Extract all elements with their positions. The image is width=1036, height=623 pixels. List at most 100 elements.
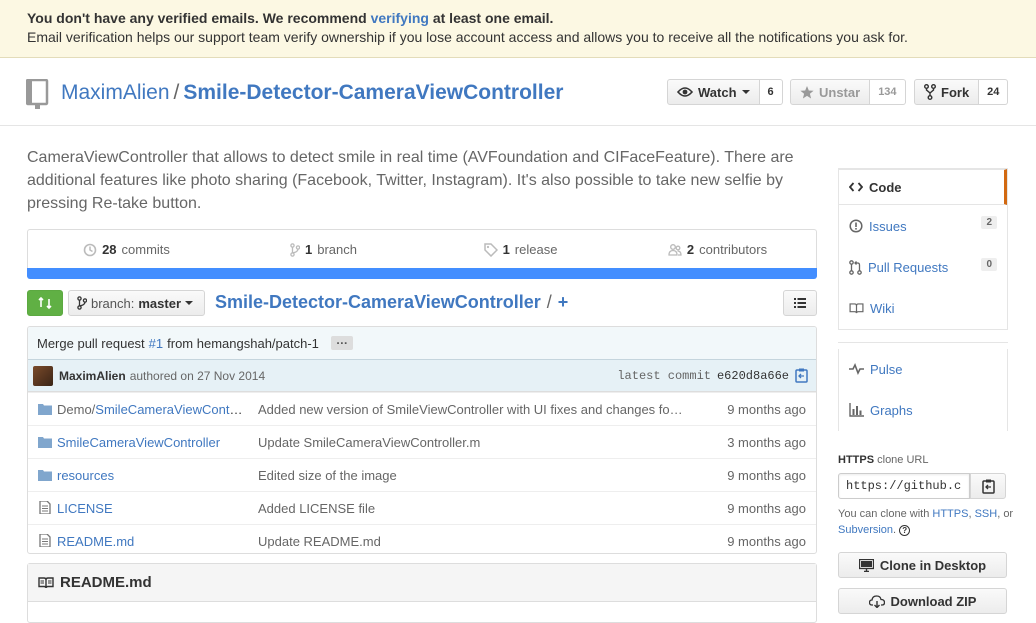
file-link[interactable]: resources: [57, 468, 114, 483]
expand-commit-button[interactable]: …: [330, 334, 353, 350]
file-row[interactable]: SmileCameraViewController Update SmileCa…: [28, 425, 816, 458]
pulse-icon: [849, 363, 864, 375]
file-link[interactable]: LICENSE: [57, 501, 113, 516]
file-commit-message[interactable]: Update README.md: [258, 534, 688, 549]
file-row[interactable]: resources Edited size of the image 9 mon…: [28, 458, 816, 491]
clone-in-desktop-button[interactable]: Clone in Desktop: [838, 552, 1007, 578]
clone-ssh-link[interactable]: SSH: [975, 508, 998, 520]
cloud-download-icon: [868, 594, 885, 608]
new-file-link[interactable]: +: [558, 292, 569, 312]
file-age: 9 months ago: [727, 500, 806, 516]
file-path-prefix: Demo/: [57, 401, 96, 417]
sidebar-item-code[interactable]: Code: [839, 169, 1007, 205]
folder-icon: [38, 437, 52, 448]
pulls-count-badge: 0: [981, 258, 997, 271]
repo-header: MaximAlien / Smile-Detector-CameraViewCont…: [0, 59, 1036, 126]
git-pull-request-icon: [849, 260, 862, 275]
file-row[interactable]: LICENSE Added LICENSE file 9 months ago: [28, 491, 816, 524]
file-age: 9 months ago: [727, 467, 806, 483]
language-bar[interactable]: [27, 268, 817, 279]
branch-icon: [77, 296, 87, 310]
compare-icon: [38, 296, 52, 310]
commit-title: Merge pull request #1 from hemangshah/pa…: [28, 327, 816, 360]
repo-title: MaximAlien / Smile-Detector-CameraViewCont…: [61, 80, 563, 106]
repo-icon: [26, 79, 49, 109]
eye-icon: [677, 87, 693, 97]
branch-select[interactable]: branch: master: [68, 290, 205, 316]
code-icon: [849, 182, 863, 192]
watch-group: Watch 6: [667, 79, 783, 105]
file-link[interactable]: SmileCameraViewController: [57, 435, 220, 450]
numbers-summary: 28 commits 1 branch 1 release 2 contributors: [27, 229, 817, 269]
breadcrumb: Smile-Detector-CameraViewController / +: [215, 292, 569, 312]
readme-box: README.md: [27, 563, 817, 623]
watch-button[interactable]: Watch: [667, 79, 760, 105]
clone-https-link[interactable]: HTTPS: [932, 508, 968, 520]
file-commit-message[interactable]: Added new version of SmileViewController…: [258, 402, 688, 417]
file-row[interactable]: README.md Update README.md 9 months ago: [28, 524, 816, 553]
email-verification-banner: You don't have any verified emails. We r…: [0, 0, 1036, 58]
readme-header: README.md: [28, 564, 816, 602]
sidebar-item-wiki[interactable]: Wiki: [839, 288, 1007, 329]
breadcrumb-repo-link[interactable]: Smile-Detector-CameraViewController: [215, 292, 541, 312]
organization-icon: [668, 243, 682, 256]
readme-title: README.md: [60, 574, 152, 591]
repo-title-separator: /: [173, 81, 180, 104]
issues-count-badge: 2: [981, 216, 997, 229]
commit-author[interactable]: MaximAlien: [59, 369, 126, 383]
fork-button[interactable]: Fork: [914, 79, 980, 105]
list-icon: [794, 298, 806, 308]
file-text-icon: [39, 534, 51, 547]
sidebar-divider: [838, 329, 1008, 343]
file-commit-message[interactable]: Update SmileCameraViewController.m: [258, 435, 688, 450]
download-zip-button[interactable]: Download ZIP: [838, 588, 1007, 614]
star-group: Unstar 134: [790, 79, 906, 105]
file-commit-message[interactable]: Added LICENSE file: [258, 501, 688, 516]
file-link[interactable]: SmileCameraViewController: [95, 402, 245, 417]
copy-clone-url-button[interactable]: [970, 473, 1006, 499]
question-icon[interactable]: ?: [899, 525, 911, 536]
watch-count[interactable]: 6: [759, 79, 783, 105]
contributors-link[interactable]: 2 contributors: [619, 230, 816, 269]
file-link[interactable]: README.md: [57, 534, 134, 549]
folder-icon: [38, 470, 52, 481]
compare-button[interactable]: [27, 290, 63, 316]
sidebar-item-pull-requests[interactable]: Pull Requests 0: [839, 247, 1007, 288]
file-commit-message[interactable]: Edited size of the image: [258, 468, 688, 483]
unstar-button[interactable]: Unstar: [790, 79, 871, 105]
clone-url-input[interactable]: [838, 473, 970, 499]
fork-count[interactable]: 24: [979, 79, 1009, 105]
book-icon: [849, 303, 864, 314]
clone-url-label: HTTPS clone URL: [838, 454, 929, 466]
commit-sha-link[interactable]: e620d8a66e: [717, 369, 789, 383]
folder-icon: [38, 404, 52, 415]
avatar[interactable]: [33, 365, 53, 386]
repo-name-link[interactable]: Smile-Detector-CameraViewController: [183, 81, 563, 104]
chevron-down-icon: [185, 301, 194, 305]
file-age: 9 months ago: [727, 401, 806, 417]
file-age: 9 months ago: [727, 533, 806, 549]
sidebar-item-graphs[interactable]: Graphs: [839, 389, 1007, 431]
commit-date: authored on 27 Nov 2014: [129, 368, 266, 383]
branch-icon: [290, 242, 300, 257]
list-view-button[interactable]: [783, 290, 817, 316]
clipboard-icon[interactable]: [795, 368, 808, 383]
banner-headline: You don't have any verified emails. We r…: [27, 10, 554, 26]
clone-subversion-link[interactable]: Subversion: [838, 524, 893, 536]
file-row[interactable]: Demo/SmileCameraViewController Added new…: [28, 392, 816, 425]
repo-description: CameraViewController that allows to dete…: [27, 149, 794, 212]
graph-icon: [849, 403, 864, 417]
verifying-link[interactable]: verifying: [371, 10, 429, 26]
repo-owner-link[interactable]: MaximAlien: [61, 81, 170, 104]
releases-link[interactable]: 1 release: [422, 230, 619, 269]
commits-link[interactable]: 28 commits: [28, 230, 225, 269]
sidebar-item-pulse[interactable]: Pulse: [839, 349, 1007, 389]
star-count[interactable]: 134: [870, 79, 906, 105]
book-icon: [38, 576, 54, 588]
sidebar-item-issues[interactable]: Issues 2: [839, 205, 1007, 247]
branches-link[interactable]: 1 branch: [225, 230, 422, 269]
clone-help-text: You can clone with HTTPS, SSH, or Subver…: [838, 508, 1014, 536]
pull-request-link[interactable]: #1: [149, 336, 163, 351]
commit-meta: MaximAlien authored on 27 Nov 2014 lates…: [28, 360, 816, 392]
repo-sidebar-nav: Code Issues 2 Pull Requests 0 Wiki Pulse…: [838, 168, 1008, 431]
